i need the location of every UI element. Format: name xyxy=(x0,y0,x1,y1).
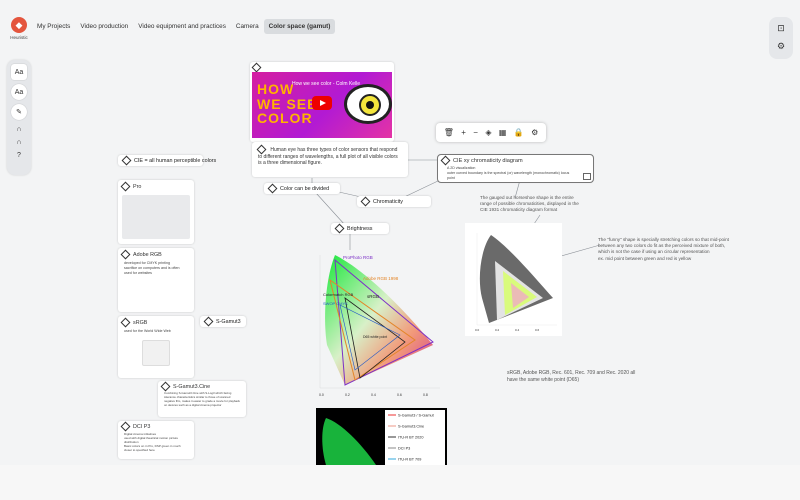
play-button-icon[interactable] xyxy=(312,96,332,110)
svg-text:0.4: 0.4 xyxy=(515,328,520,332)
minus-icon[interactable]: − xyxy=(473,128,478,137)
lock-icon[interactable]: 🔒 xyxy=(514,128,524,137)
legend-item-sgamut3: S-Gamut3 / S-Gamut xyxy=(398,414,435,418)
sgamut3-text: S-Gamut3 xyxy=(216,318,241,325)
color-divided-text: Color can be divided xyxy=(280,185,330,192)
label-adobe: Adobe RGB 1998 xyxy=(363,276,399,281)
legend-item-bt2020: ITU-R BT 2020 xyxy=(398,436,423,440)
node-diamond-icon xyxy=(120,181,131,192)
dci-p3-title: DCI P3 xyxy=(133,423,151,430)
adobe-rgb-title: Adobe RGB xyxy=(133,251,162,258)
cie-diagram-line2: outer curved boundary is the spectral (o… xyxy=(447,170,570,175)
cie-all-chip[interactable]: CIE = all human perceptible colors xyxy=(118,155,216,166)
svg-text:0.2: 0.2 xyxy=(345,393,350,397)
label-cmyk: SWOP CMYK xyxy=(323,301,348,306)
sgamut3cine-title: S-Gamut3.Cine xyxy=(173,383,211,390)
color-divided-chip[interactable]: Color can be divided xyxy=(264,183,340,194)
label-prophoto: ProPhoto RGB xyxy=(343,255,373,260)
node-diamond-icon xyxy=(267,183,278,194)
node-diamond-icon xyxy=(120,249,131,260)
svg-text:0.6: 0.6 xyxy=(397,393,402,397)
node-diamond-icon xyxy=(251,62,262,73)
white-point-note: sRGB, Adobe RGB, Rec. 601, Rec. 709 and … xyxy=(507,370,636,383)
svg-text:0.2: 0.2 xyxy=(495,328,500,332)
video-thumbnail[interactable]: How we see color - Colm Kelle HOW WE SEE C… xyxy=(252,72,392,138)
adobe-rgb-body: developed for CMYK printing sacrifice on… xyxy=(124,261,180,275)
label-colormatch: Colormatch RGB xyxy=(323,292,354,297)
layout-icon[interactable]: ▦ xyxy=(499,128,507,137)
node-diamond-icon xyxy=(120,421,131,432)
chromaticity-text: Chromaticity xyxy=(373,198,403,205)
legend-item-sgamut3cine: S-Gamut3.Cine xyxy=(398,425,424,429)
node-diamond-icon xyxy=(360,196,371,207)
cie-all-text: CIE = all human perceptible colors xyxy=(134,157,217,164)
chromaticity-chip[interactable]: Chromaticity xyxy=(357,196,431,207)
bottom-bar xyxy=(0,465,800,500)
pro-preview xyxy=(122,195,190,239)
cie-xy-chart[interactable]: 0.0 0.2 0.4 0.6 xyxy=(465,223,562,336)
sgamut3cine-card[interactable]: S-Gamut3.Cine Combining S-Gamut3.Cine wi… xyxy=(158,381,246,417)
dci-p3-body: Digital cinema initiatives used with dig… xyxy=(124,432,181,453)
node-diamond-icon xyxy=(440,155,451,166)
node-diamond-icon xyxy=(334,223,345,234)
legend-item-bt709: ITU-R BT 709 xyxy=(398,458,421,462)
sgamut-comparison-chart[interactable]: S-Gamut3 / S-Gamut S-Gamut3.Cine ITU-R B… xyxy=(316,408,447,465)
cie-diagram-title: CIE xy chromaticity diagram xyxy=(453,157,523,164)
human-eye-text: Human eye has three types of color senso… xyxy=(258,146,398,167)
srgb-title: sRGB xyxy=(133,319,148,326)
horseshoe-note: The gauged out horseshoe shape is the en… xyxy=(480,195,579,213)
label-srgb: sRGB xyxy=(367,294,379,299)
node-diamond-icon xyxy=(203,316,214,327)
pro-title: Pro xyxy=(133,183,142,190)
whiteboard-canvas[interactable]: ◆ Heuristic My Projects Video production… xyxy=(0,0,800,465)
node-diamond-icon xyxy=(121,155,132,166)
sgamut3-chip[interactable]: S-Gamut3 xyxy=(200,316,246,327)
sgamut3cine-body: Combining S-Gamut3.Cine with S-Log3 whic… xyxy=(164,391,240,407)
svg-text:0.8: 0.8 xyxy=(423,393,428,397)
brightness-text: Brightness xyxy=(347,225,373,232)
cie-diagram-line3: point xyxy=(447,175,455,180)
svg-text:0.0: 0.0 xyxy=(319,393,324,397)
legend-item-dcip3: DCI P3 xyxy=(398,447,410,451)
svg-text:0.6: 0.6 xyxy=(535,328,540,332)
settings-icon[interactable]: ⚙ xyxy=(531,128,538,137)
dci-p3-card[interactable]: DCI P3 Digital cinema initiatives used w… xyxy=(118,421,194,459)
srgb-body: used for the World Wide Web xyxy=(124,329,171,333)
adobe-rgb-card[interactable]: Adobe RGB developed for CMYK printing sa… xyxy=(118,248,194,312)
gamut-comparison-chart[interactable]: ProPhoto RGB Adobe RGB 1998 Colormatch R… xyxy=(305,250,445,400)
fill-color-icon[interactable]: ◈ xyxy=(485,128,491,137)
node-diamond-icon xyxy=(160,381,171,392)
video-overlay-text: HOW WE SEE COLOR xyxy=(257,81,318,127)
cie-diagram-card[interactable]: CIE xy chromaticity diagram A 2D visuali… xyxy=(437,154,594,183)
plus-icon[interactable]: + xyxy=(461,128,466,137)
svg-text:0.0: 0.0 xyxy=(475,328,480,332)
funny-shape-note: The "funny" shape is specially stretchin… xyxy=(598,237,729,261)
resize-handle-icon[interactable] xyxy=(583,173,591,180)
horseshoe-gamut xyxy=(325,255,433,385)
node-diamond-icon xyxy=(120,317,131,328)
eye-illustration xyxy=(344,84,392,124)
trash-icon[interactable]: 🗑 xyxy=(444,128,454,137)
svg-text:0.4: 0.4 xyxy=(371,393,376,397)
selection-toolbar: 🗑 + − ◈ ▦ 🔒 ⚙ xyxy=(436,123,546,142)
human-eye-note[interactable]: Human eye has three types of color senso… xyxy=(252,142,408,177)
brightness-chip[interactable]: Brightness xyxy=(331,223,389,234)
label-d65: D65 white point xyxy=(363,335,387,339)
pro-card[interactable]: Pro xyxy=(118,180,194,244)
srgb-preview xyxy=(142,339,170,366)
srgb-card[interactable]: sRGB used for the World Wide Web xyxy=(118,316,194,378)
